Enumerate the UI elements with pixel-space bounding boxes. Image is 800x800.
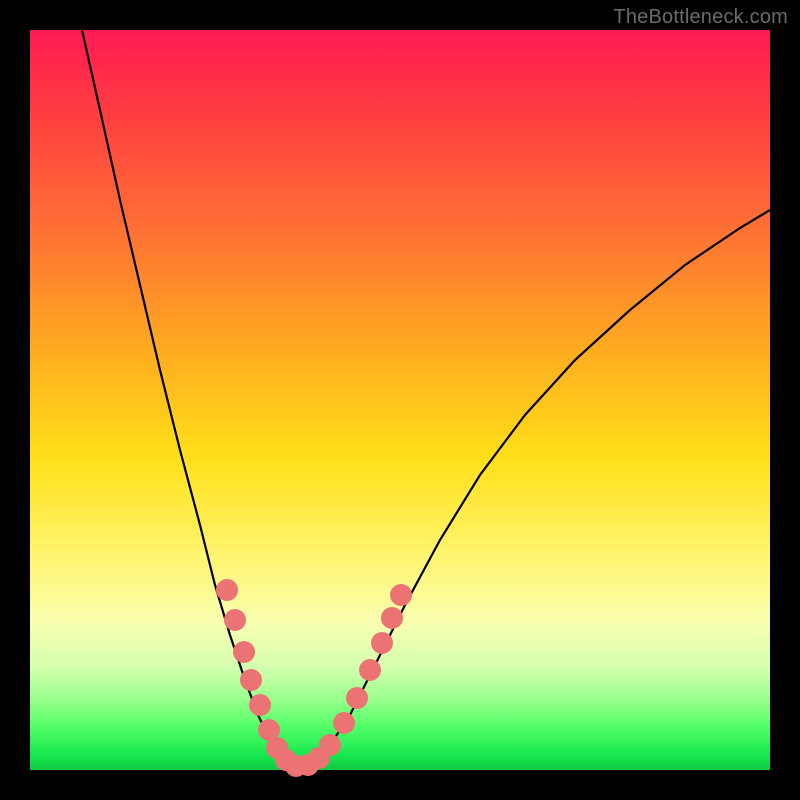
watermark-text: TheBottleneck.com <box>613 6 788 29</box>
data-point <box>319 734 341 756</box>
data-point <box>249 694 271 716</box>
data-point <box>240 669 262 691</box>
bottleneck-curve-left <box>82 30 302 766</box>
chart-frame: TheBottleneck.com <box>0 0 800 800</box>
data-point-group <box>216 579 412 777</box>
data-point <box>390 584 412 606</box>
data-point <box>233 641 255 663</box>
data-point <box>346 687 368 709</box>
data-point <box>216 579 238 601</box>
bottleneck-curve-right <box>302 210 770 766</box>
data-point <box>381 607 403 629</box>
data-point <box>359 659 381 681</box>
chart-overlay <box>30 30 770 770</box>
data-point <box>371 632 393 654</box>
data-point <box>333 712 355 734</box>
data-point <box>224 609 246 631</box>
